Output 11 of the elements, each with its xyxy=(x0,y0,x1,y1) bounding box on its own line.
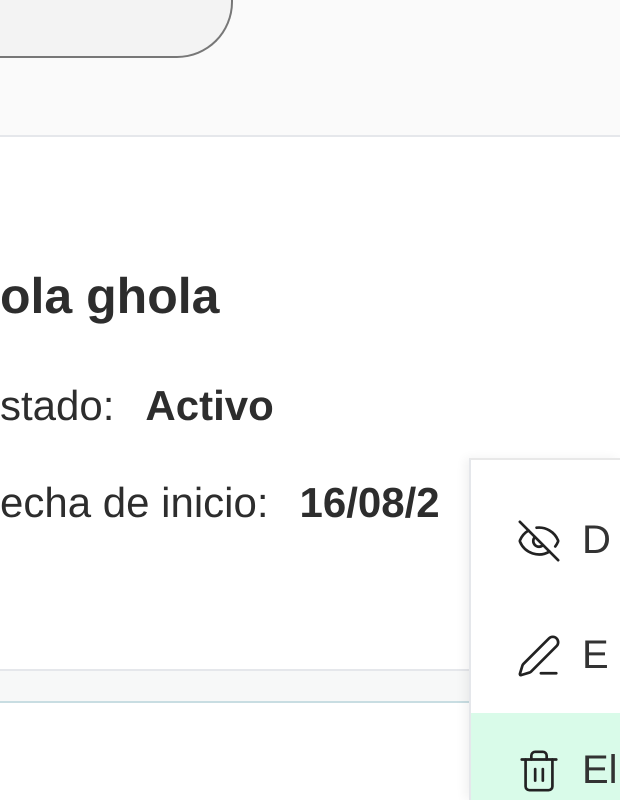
field-value: Activo xyxy=(145,381,274,431)
field-label: echa de inicio: xyxy=(0,478,269,528)
pencil-icon xyxy=(516,632,562,678)
eye-off-icon xyxy=(516,518,562,564)
menu-item[interactable]: D xyxy=(471,483,620,598)
record-title: ola ghola xyxy=(0,267,221,326)
field-label: stado: xyxy=(0,381,114,431)
menu-item[interactable]: E xyxy=(471,598,620,713)
menu-item[interactable]: El xyxy=(471,713,620,800)
pill-button[interactable] xyxy=(0,0,233,58)
field-value: 16/08/2 xyxy=(300,478,440,528)
